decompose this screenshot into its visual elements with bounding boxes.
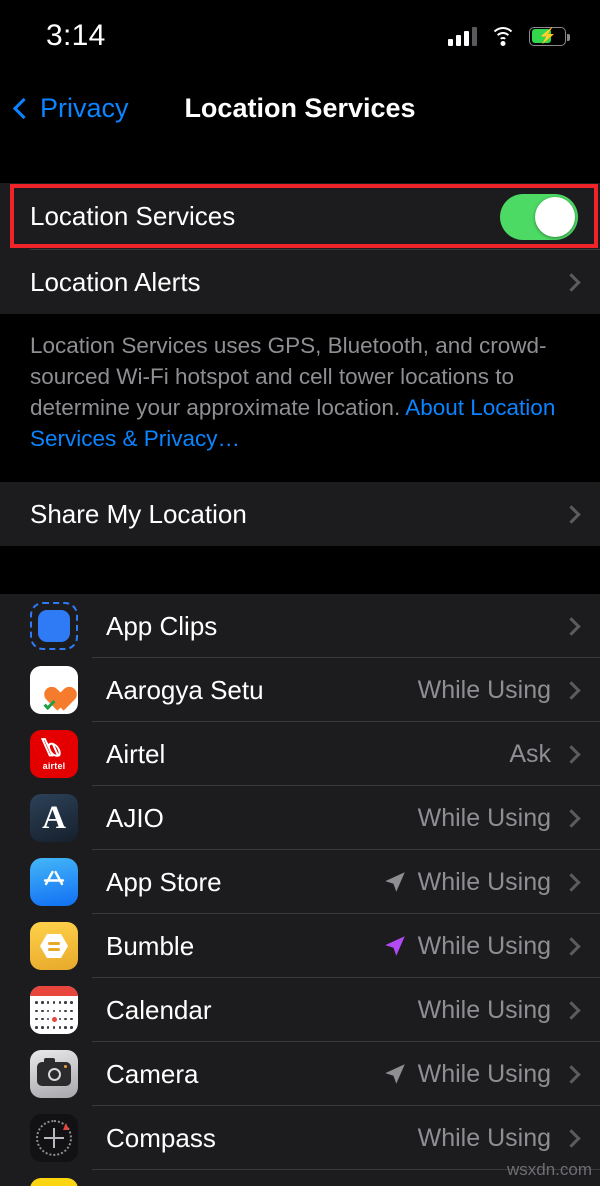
chevron-right-icon <box>562 1128 581 1148</box>
location-services-toggle-row[interactable]: Location Services <box>0 183 600 250</box>
apps-location-list: App Clips Aarogya Setu While Using ⅆ airtel A… <box>0 594 600 1186</box>
status-bar: 3:14 ⚡ <box>0 0 600 72</box>
wifi-icon <box>490 26 516 46</box>
app-permission-value: While Using <box>417 1123 551 1152</box>
app-row[interactable]: Calendar While Using <box>0 978 600 1042</box>
status-indicators: ⚡ <box>448 26 570 46</box>
app-name: Camera <box>106 1058 199 1089</box>
chevron-right-icon <box>562 872 581 892</box>
chevron-right-icon <box>562 680 581 700</box>
location-arrow-icon <box>384 1064 405 1084</box>
chevron-right-icon <box>562 1064 581 1084</box>
app-store-icon <box>30 858 78 906</box>
location-services-toggle[interactable] <box>500 193 578 240</box>
chevron-right-icon <box>562 504 581 524</box>
share-my-location-row[interactable]: Share My Location <box>0 482 600 546</box>
aarogya-setu-icon <box>30 666 78 714</box>
app-name: App Store <box>106 866 222 897</box>
share-my-location-label: Share My Location <box>30 498 247 529</box>
chevron-right-icon <box>562 272 581 292</box>
camera-icon <box>30 1050 78 1098</box>
share-location-group: Share My Location <box>0 482 600 546</box>
app-row[interactable]: Aarogya Setu While Using <box>0 658 600 722</box>
app-row[interactable]: App Clips <box>0 594 600 658</box>
app-clips-icon <box>30 602 78 650</box>
chevron-right-icon <box>562 1000 581 1020</box>
status-time: 3:14 <box>46 19 106 52</box>
battery-charging-icon: ⚡ <box>529 26 570 46</box>
app-name: Compass <box>106 1122 216 1153</box>
charging-bolt-icon: ⚡ <box>538 27 557 45</box>
app-row[interactable]: A AJIO While Using <box>0 786 600 850</box>
chevron-right-icon <box>562 808 581 828</box>
app-name: Aarogya Setu <box>106 674 264 705</box>
app-permission-value: While Using <box>417 675 551 704</box>
location-services-group: Location Services Location Alerts <box>0 183 600 314</box>
compass-icon <box>30 1114 78 1162</box>
location-arrow-icon <box>384 936 405 956</box>
bumble-icon <box>30 922 78 970</box>
app-row[interactable]: App Store While Using <box>0 850 600 914</box>
app-permission-value: While Using <box>417 931 551 960</box>
chevron-right-icon <box>562 616 581 636</box>
chevron-right-icon <box>562 936 581 956</box>
app-name: AJIO <box>106 802 164 833</box>
app-name: Bumble <box>106 930 195 961</box>
navigation-bar: Privacy Location Services <box>0 72 600 144</box>
section-gap-top <box>0 144 600 183</box>
app-row[interactable]: Bumble While Using <box>0 914 600 978</box>
app-name: App Clips <box>106 610 218 641</box>
location-services-label: Location Services <box>30 201 236 231</box>
app-permission-value: While Using <box>417 867 551 896</box>
location-arrow-icon <box>384 872 405 892</box>
ajio-icon: A <box>30 794 78 842</box>
flipkart-icon: f <box>30 1178 78 1186</box>
airtel-icon: ⅆ airtel <box>30 730 78 778</box>
app-permission-value: While Using <box>417 995 551 1024</box>
location-services-description: Location Services uses GPS, Bluetooth, a… <box>0 314 600 482</box>
toggle-knob <box>535 196 575 237</box>
back-button-privacy[interactable]: Privacy <box>0 93 129 124</box>
app-row[interactable]: Camera While Using <box>0 1042 600 1106</box>
app-row[interactable]: ⅆ airtel Airtel Ask <box>0 722 600 786</box>
back-button-label: Privacy <box>40 92 129 123</box>
cellular-bars-icon <box>448 26 477 46</box>
app-permission-value: While Using <box>417 1059 551 1088</box>
app-permission-value: While Using <box>417 803 551 832</box>
chevron-left-icon <box>12 97 35 119</box>
app-permission-value: Ask <box>509 739 551 768</box>
location-services-screen: 3:14 ⚡ Privacy Location Services Locatio… <box>0 0 600 1186</box>
location-alerts-label: Location Alerts <box>30 266 201 297</box>
watermark: wsxdn.com <box>506 1160 592 1179</box>
app-name: Airtel <box>106 738 166 769</box>
location-alerts-row[interactable]: Location Alerts <box>0 250 600 314</box>
app-name: Calendar <box>106 994 212 1025</box>
calendar-icon <box>30 986 78 1034</box>
section-gap-apps <box>0 546 600 594</box>
chevron-right-icon <box>562 744 581 764</box>
